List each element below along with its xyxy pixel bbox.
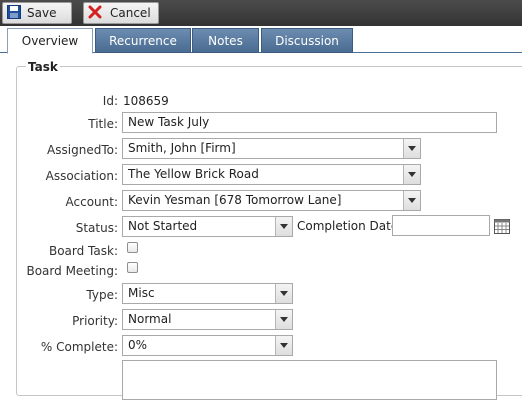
close-icon [88,5,102,22]
id-label: Id: [102,94,118,108]
percent-complete-value: 0% [128,338,148,352]
priority-label: Priority: [72,314,118,328]
account-label: Account: [65,195,119,209]
chevron-down-icon[interactable] [403,191,420,210]
tab-bar: Overview Recurrence Notes Discussion [0,26,522,54]
completion-date-input[interactable] [392,215,490,236]
tab-overview[interactable]: Overview [7,28,93,54]
save-icon [7,4,21,22]
association-value: The Yellow Brick Road [128,167,259,181]
board-meeting-checkbox[interactable] [127,262,138,273]
description-textarea[interactable] [122,360,497,400]
title-label: Title: [88,117,118,131]
status-value: Not Started [128,219,198,233]
priority-select[interactable]: Normal [122,309,293,330]
cancel-button[interactable]: Cancel [83,2,159,24]
assigned-to-select[interactable]: Smith, John [Firm] [122,138,421,159]
id-value: 108659 [123,94,169,108]
assigned-to-label: AssignedTo: [47,143,118,157]
completion-date-label: Completion Date: [297,219,403,233]
cancel-label: Cancel [110,6,151,20]
task-legend: Task [26,60,60,74]
account-value: Kevin Yesman [678 Tomorrow Lane] [128,193,342,207]
title-input[interactable]: New Task July [122,112,497,133]
priority-value: Normal [128,312,172,326]
type-value: Misc [128,286,155,300]
save-button[interactable]: Save [2,2,72,24]
tab-discussion[interactable]: Discussion [261,28,353,53]
board-meeting-label: Board Meeting: [26,264,118,278]
tab-notes-label: Notes [208,33,243,48]
chevron-down-icon[interactable] [275,284,292,303]
calendar-icon[interactable] [494,219,510,237]
board-task-label: Board Task: [48,244,118,258]
association-label: Association: [45,169,118,183]
tab-recurrence[interactable]: Recurrence [95,28,191,53]
association-select[interactable]: The Yellow Brick Road [122,164,421,185]
percent-complete-label: % Complete: [40,340,118,354]
board-task-checkbox[interactable] [127,242,138,253]
chevron-down-icon[interactable] [275,217,292,236]
status-label: Status: [75,221,118,235]
save-label: Save [27,6,57,20]
type-label: Type: [86,288,118,302]
account-select[interactable]: Kevin Yesman [678 Tomorrow Lane] [122,190,421,211]
percent-complete-select[interactable]: 0% [122,335,293,356]
chevron-down-icon[interactable] [275,336,292,355]
assigned-to-value: Smith, John [Firm] [128,141,236,155]
tab-discussion-label: Discussion [275,33,339,48]
toolbar: Save Cancel [0,0,522,26]
tab-recurrence-label: Recurrence [109,33,177,48]
chevron-down-icon[interactable] [275,310,292,329]
type-select[interactable]: Misc [122,283,293,304]
tab-overview-label: Overview [21,34,79,48]
tab-notes[interactable]: Notes [192,28,259,53]
status-select[interactable]: Not Started [122,216,293,237]
chevron-down-icon[interactable] [403,139,420,158]
chevron-down-icon[interactable] [403,165,420,184]
